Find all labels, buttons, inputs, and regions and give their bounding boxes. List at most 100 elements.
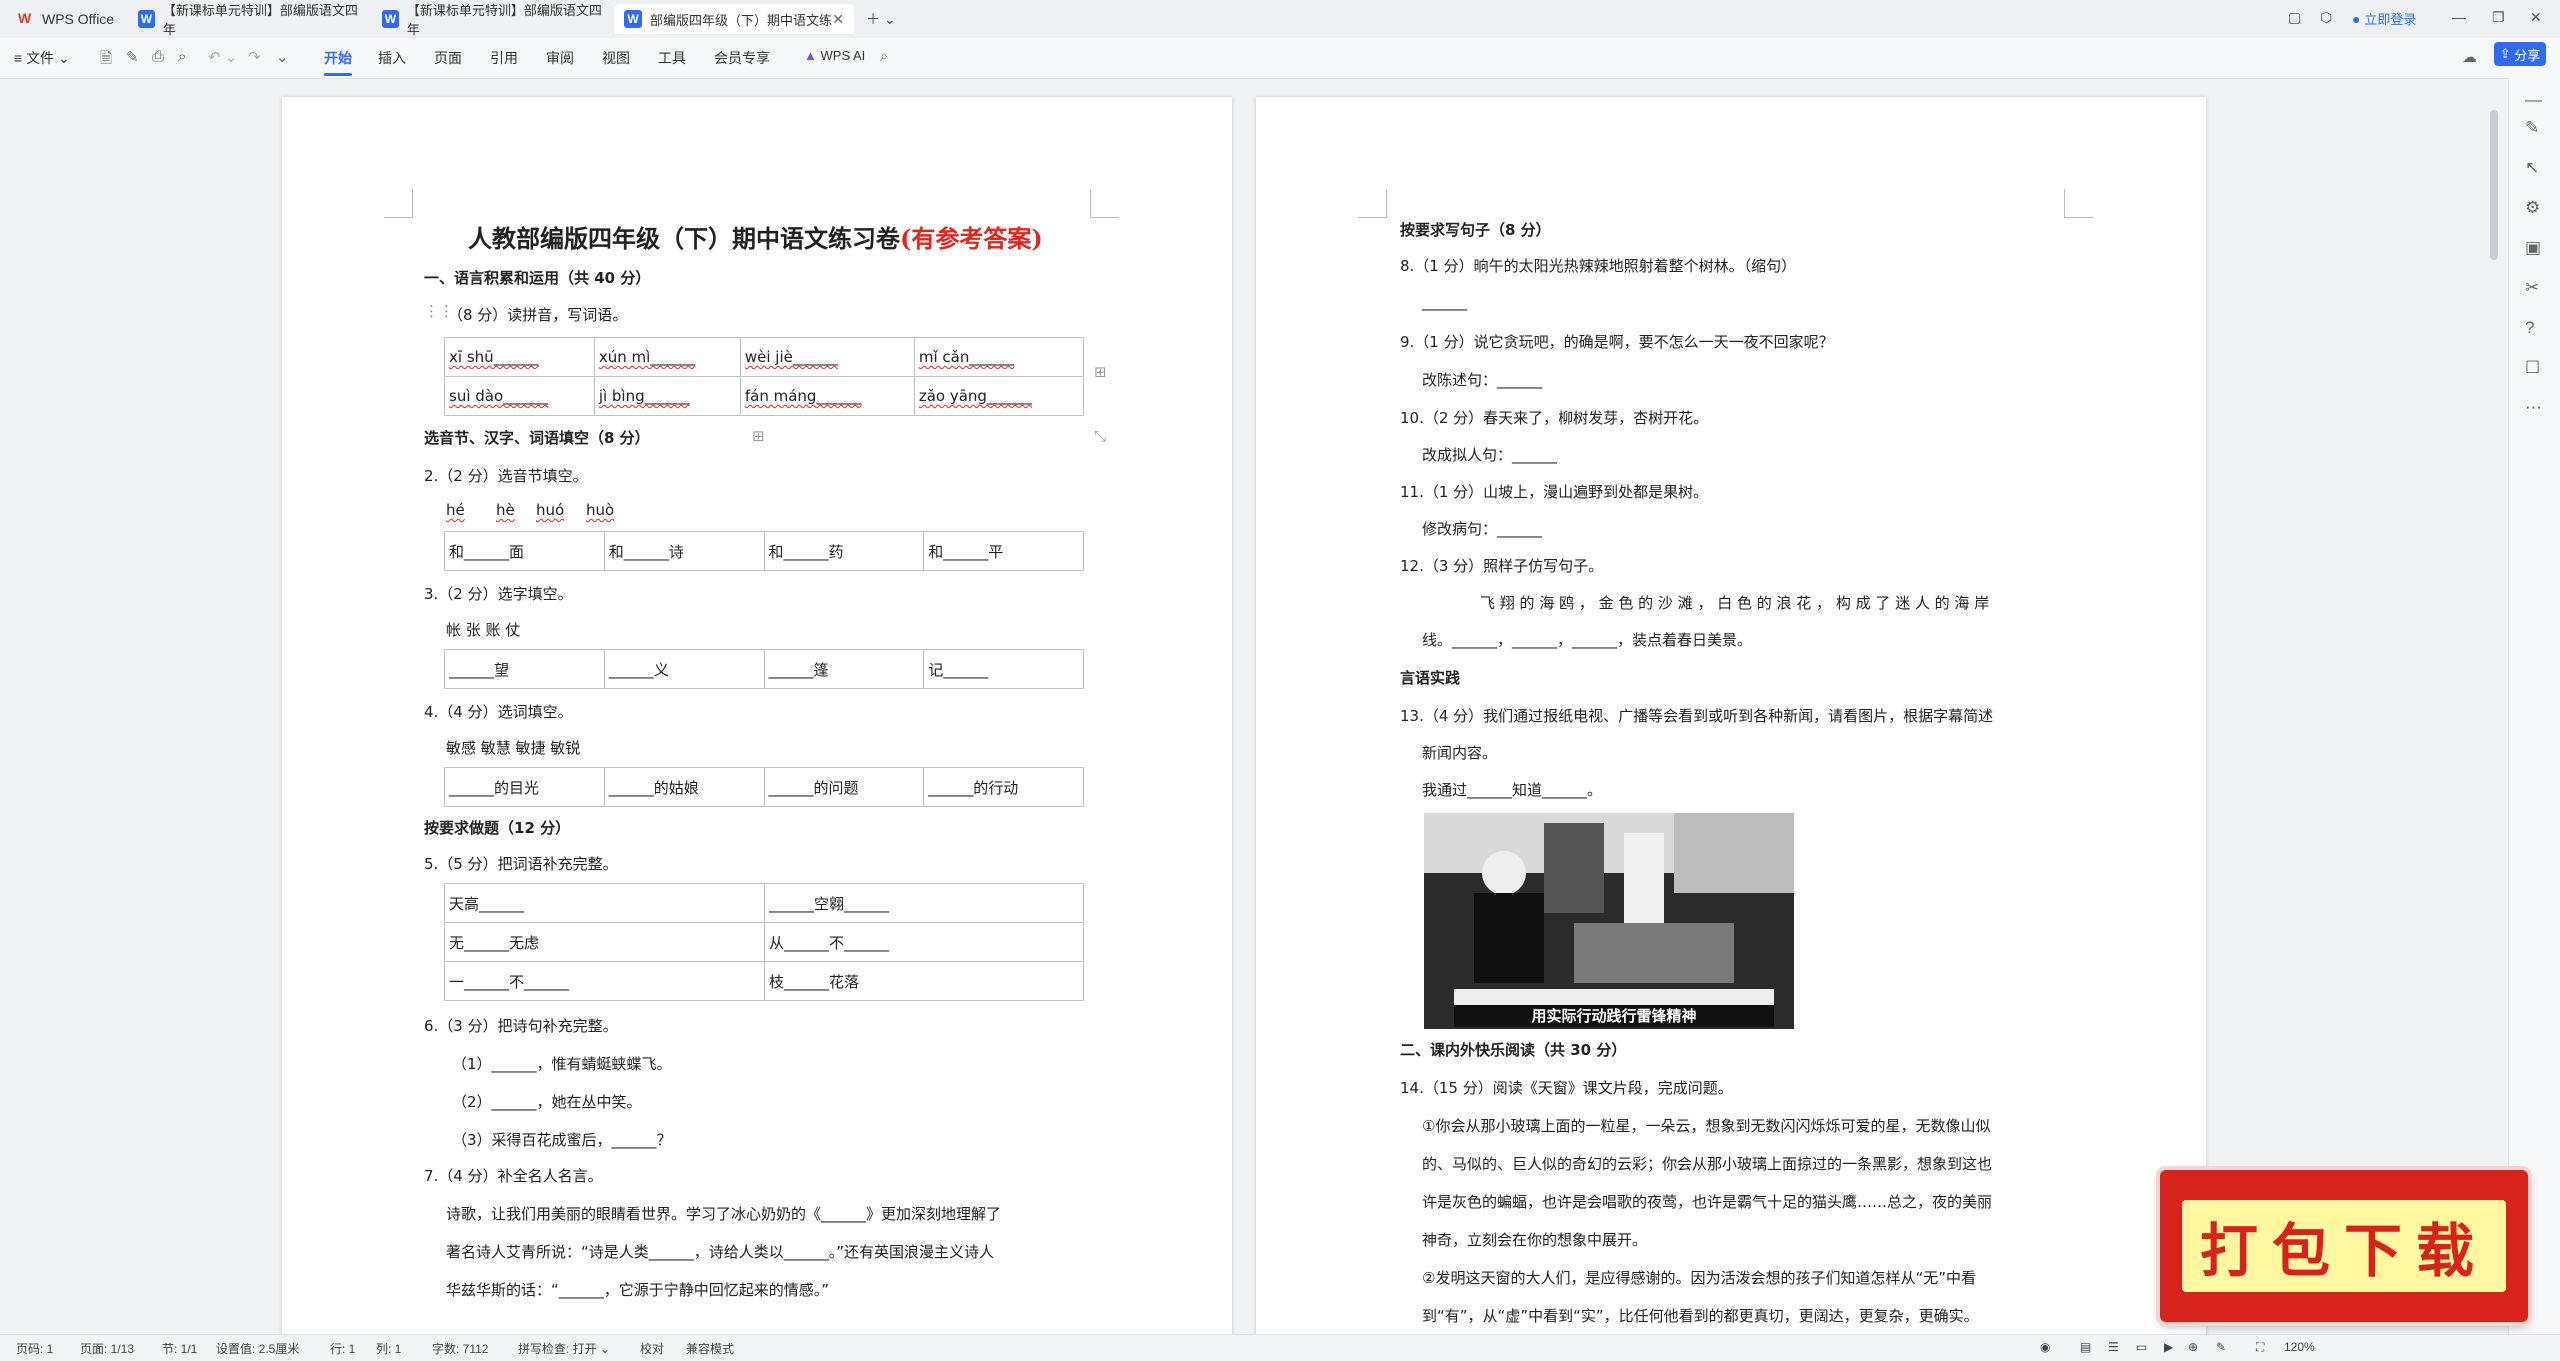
help-icon[interactable]: ? — [2525, 318, 2534, 338]
more-icon[interactable]: ⋯ — [2525, 398, 2542, 418]
add-column-icon[interactable]: ⊞ — [1094, 363, 1107, 381]
status-word-count[interactable]: 字数: 7112 — [432, 1340, 488, 1357]
menu-tools[interactable]: 工具 — [658, 48, 686, 68]
login-button[interactable]: ● 立即登录 — [2352, 9, 2416, 28]
menu-page[interactable]: 页面 — [434, 48, 462, 68]
vertical-scrollbar[interactable] — [2490, 110, 2498, 260]
tools-icon[interactable]: ✂ — [2525, 278, 2539, 298]
resize-table-icon[interactable]: ⤡ — [1094, 427, 1106, 445]
answer-blank[interactable]: ______ — [1422, 293, 1467, 311]
add-row-icon[interactable]: ⊞ — [752, 427, 765, 445]
table-cell[interactable]: zǎo yāng______ — [913, 376, 1085, 416]
edit-icon[interactable]: ✎ — [126, 48, 139, 66]
restore-icon[interactable]: ❐ — [2492, 9, 2505, 26]
save-icon[interactable]: 🗎 — [100, 48, 112, 73]
news-photo[interactable]: 用实际行动践行雷锋精神 — [1424, 813, 1794, 1029]
wps-ai-button[interactable]: ▲ WPS AI — [804, 48, 865, 63]
option-text: huò — [586, 501, 615, 519]
table-cell[interactable]: 和______平 — [923, 531, 1084, 571]
pen-mode-icon[interactable]: ✎ — [2216, 1340, 2226, 1354]
print-preview-icon[interactable]: ⌕ — [178, 48, 186, 65]
close-window-icon[interactable]: ✕ — [2530, 9, 2542, 26]
close-tab-icon[interactable]: ✕ — [832, 11, 844, 28]
table-cell[interactable]: ______义 — [603, 649, 765, 689]
outline-view-icon[interactable]: ☰ — [2108, 1340, 2119, 1354]
undo-icon[interactable]: ↶ ⌄ — [208, 48, 237, 66]
spell-check-toggle[interactable]: 拼写检查: 打开 ⌄ — [518, 1340, 610, 1357]
table-cell[interactable]: 和______面 — [444, 531, 605, 571]
status-pages[interactable]: 页面: 1/13 — [80, 1340, 134, 1357]
page-view-icon[interactable]: ▤ — [2080, 1340, 2091, 1354]
table-cell[interactable]: 无______无虑 — [444, 922, 765, 962]
menu-review[interactable]: 审阅 — [546, 48, 574, 68]
tab-wps-home[interactable]: W WPS Office — [8, 4, 128, 34]
eye-icon[interactable]: ◉ — [2040, 1340, 2050, 1354]
table-cell[interactable]: 和______药 — [763, 531, 925, 571]
table-cell[interactable]: ______的问题 — [763, 767, 925, 807]
answer-line[interactable]: 改陈述句：______ — [1422, 369, 1542, 390]
table-cell[interactable]: fán máng______ — [739, 376, 915, 416]
table-cell[interactable]: xī shū______ — [444, 337, 595, 377]
proofread-button[interactable]: 校对 — [640, 1340, 664, 1357]
cube-icon[interactable]: ⬡ — [2320, 9, 2332, 26]
table-cell[interactable]: xún mì______ — [593, 337, 741, 377]
print-icon[interactable]: ⎙ — [152, 48, 164, 65]
table-cell[interactable]: 天高______ — [444, 883, 765, 923]
table-cell[interactable]: ______篷 — [763, 649, 925, 689]
search-icon[interactable]: ⌕ — [880, 48, 888, 65]
more-icon[interactable]: ⌄ — [276, 48, 289, 66]
download-banner[interactable]: 打包下载 — [2160, 1170, 2528, 1322]
table-cell[interactable]: ______空翱______ — [764, 883, 1084, 923]
menu-member[interactable]: 会员专享 — [714, 48, 770, 68]
answer-line[interactable]: 改成拟人句：______ — [1422, 444, 1557, 465]
table-cell[interactable]: 和______诗 — [603, 531, 765, 571]
file-menu[interactable]: ≡ 文件 ⌄ — [14, 48, 70, 68]
select-icon[interactable]: ↖ — [2525, 158, 2539, 178]
status-row[interactable]: 行: 1 — [330, 1340, 355, 1357]
collapse-icon[interactable]: — — [2525, 90, 2542, 110]
menu-start[interactable]: 开始 — [324, 48, 352, 76]
window-layout-icon[interactable]: ▢ — [2288, 9, 2301, 26]
download-banner-text: 打包下载 — [2181, 1200, 2506, 1292]
read-view-icon[interactable]: ▭ — [2136, 1340, 2147, 1354]
adjust-icon[interactable]: ⚙ — [2525, 198, 2540, 218]
review-icon[interactable]: ☐ — [2525, 358, 2540, 378]
table-cell[interactable]: ______的行动 — [923, 767, 1084, 807]
table-cell[interactable]: 枝______花落 — [764, 961, 1084, 1001]
menu-reference[interactable]: 引用 — [490, 48, 518, 68]
table-cell[interactable]: suì dào______ — [444, 376, 595, 416]
pen-icon[interactable]: ✎ — [2525, 118, 2539, 138]
play-icon[interactable]: ▶ — [2164, 1340, 2173, 1354]
fit-page-icon[interactable]: ⛶ — [2256, 1340, 2264, 1355]
new-tab-icon[interactable]: ＋ ⌄ — [866, 9, 896, 29]
table-cell[interactable]: ______的目光 — [444, 767, 605, 807]
table-cell[interactable]: ______的姑娘 — [603, 767, 765, 807]
table-cell[interactable]: jì bìng______ — [593, 376, 741, 416]
question-text: 5.（5 分）把词语补充完整。 — [424, 855, 618, 873]
menu-insert[interactable]: 插入 — [378, 48, 406, 68]
status-page[interactable]: 页码: 1 — [16, 1340, 53, 1357]
answer-line[interactable]: 修改病句：______ — [1422, 518, 1542, 539]
tab-document[interactable]: W 【新课标单元特训】部编版语文四年 — [372, 3, 612, 37]
table-cell[interactable]: 从______不______ — [764, 922, 1084, 962]
table-cell[interactable]: 记______ — [923, 649, 1084, 689]
status-setting[interactable]: 设置值: 2.5厘米 — [216, 1340, 299, 1357]
answer-line[interactable]: 线。______，______，______，装点着春日美景。 — [1422, 629, 1752, 650]
table-cell[interactable]: ______望 — [444, 649, 605, 689]
web-view-icon[interactable]: ⊕ — [2188, 1340, 2198, 1354]
minimize-icon[interactable]: — — [2452, 9, 2466, 25]
tab-document-active[interactable]: W 部编版四年级（下）期中语文练 ✕ — [614, 4, 854, 34]
answer-line[interactable]: 我通过______知道______。 — [1422, 779, 1602, 800]
status-section[interactable]: 节: 1/1 — [162, 1340, 197, 1357]
table-cell[interactable]: 一______不______ — [444, 961, 765, 1001]
redo-icon[interactable]: ↷ — [248, 48, 261, 66]
zoom-level[interactable]: 120% — [2284, 1340, 2315, 1354]
table-cell[interactable]: mǐ cǎn______ — [913, 337, 1085, 377]
table-cell[interactable]: wèi jiè______ — [739, 337, 915, 377]
status-col[interactable]: 列: 1 — [376, 1340, 401, 1357]
tab-document[interactable]: W 【新课标单元特训】部编版语文四年 — [128, 3, 368, 37]
share-button[interactable]: ⇪ 分享 — [2494, 42, 2546, 66]
menu-view[interactable]: 视图 — [602, 48, 630, 68]
cloud-icon[interactable]: ☁ — [2462, 48, 2477, 66]
style-icon[interactable]: ▣ — [2525, 238, 2541, 258]
